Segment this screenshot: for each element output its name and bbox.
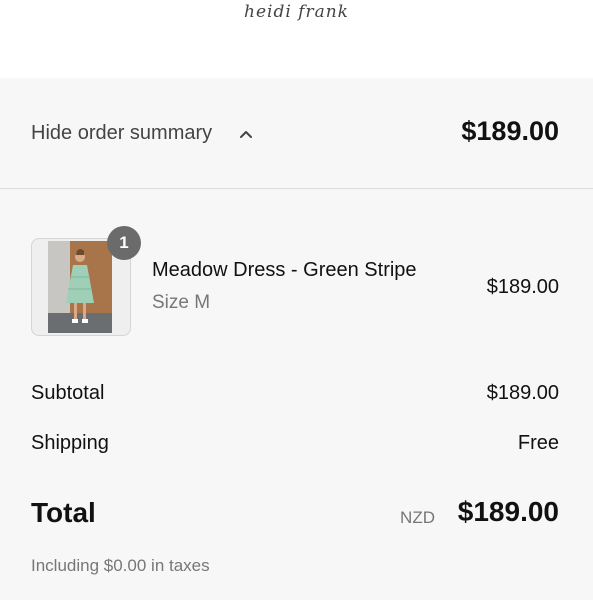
quantity-badge: 1	[107, 226, 141, 260]
product-price: $189.00	[486, 276, 559, 298]
tax-note: Including $0.00 in taxes	[31, 556, 210, 575]
order-summary-panel: Hide order summary $189.00 1 Meadow Dres…	[0, 78, 593, 600]
shipping-value: Free	[517, 432, 559, 454]
subtotal-label: Subtotal	[31, 382, 105, 404]
store-header: heidi frank	[0, 0, 593, 78]
order-summary-toggle-total: $189.00	[461, 116, 559, 146]
subtotal-value: $189.00	[486, 382, 559, 404]
product-image	[48, 241, 112, 333]
order-summary-toggle-label[interactable]: Hide order summary	[31, 122, 212, 145]
product-name: Meadow Dress - Green Stripe	[152, 259, 417, 281]
total-label: Total	[31, 497, 96, 528]
chevron-up-icon[interactable]	[238, 128, 254, 140]
product-variant: Size M	[152, 292, 211, 313]
shipping-label: Shipping	[31, 432, 109, 454]
order-summary-toggle[interactable]: Hide order summary $189.00	[0, 78, 593, 189]
currency-code: NZD	[400, 508, 435, 527]
store-logo[interactable]: heidi frank	[0, 2, 593, 22]
total-value: $189.00	[457, 496, 559, 527]
